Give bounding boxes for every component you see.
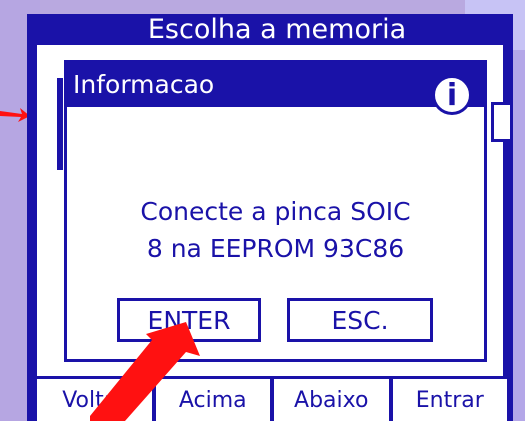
dialog-message: Conecte a pinca SOIC 8 na EEPROM 93C86 xyxy=(67,193,484,267)
dialog-titlebar: Informacao xyxy=(67,63,484,107)
frame-left-bar xyxy=(57,78,63,170)
pointer-arrow-large xyxy=(90,322,200,421)
esc-button[interactable]: ESC. xyxy=(287,298,433,342)
dialog-title: Informacao xyxy=(73,70,215,99)
dialog-message-line-2: 8 na EEPROM 93C86 xyxy=(146,234,405,263)
info-dialog: Informacao i Conecte a pinca SOIC 8 na E… xyxy=(64,60,487,362)
info-icon: i xyxy=(432,75,472,115)
dialog-message-line-1: Conecte a pinca SOIC xyxy=(140,197,411,226)
pointer-arrow-small xyxy=(0,108,30,122)
softkey-entrar[interactable]: Entrar xyxy=(393,379,508,421)
softkey-abaixo[interactable]: Abaixo xyxy=(274,379,393,421)
frame-right-slot xyxy=(491,102,513,142)
